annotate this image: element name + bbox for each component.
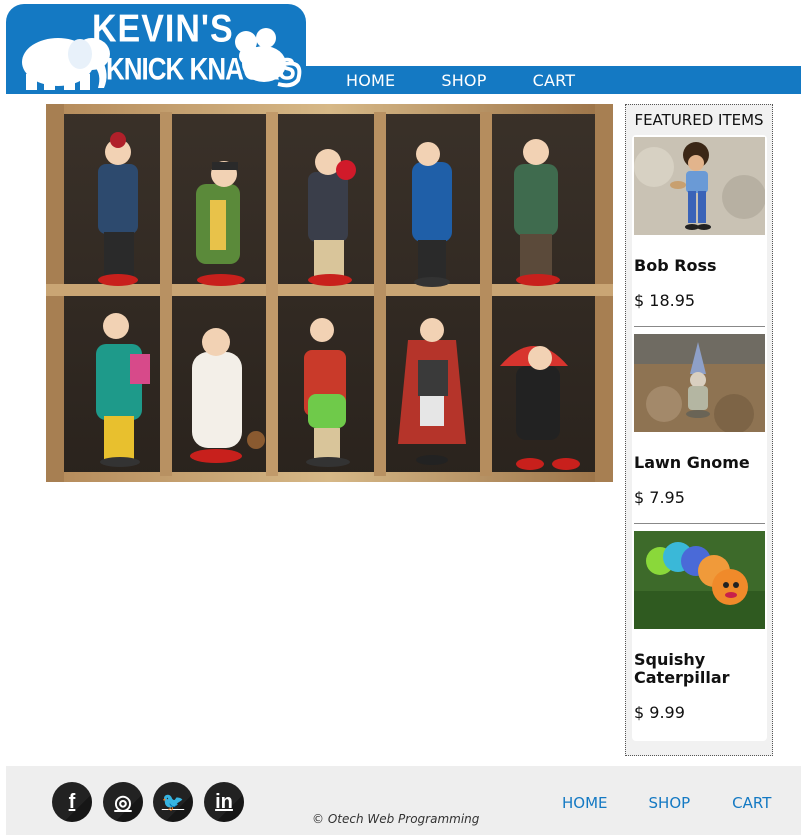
featured-item-lawn-gnome[interactable]: Lawn Gnome $ 7.95 bbox=[634, 334, 765, 524]
site-header: KEVIN'S KNICK KNACKS HOME SHOP CART bbox=[6, 4, 801, 94]
featured-list: Bob Ross $ 18.95 Lawn Gnome $ 7.95 Squis… bbox=[632, 135, 767, 741]
footer-nav-cart[interactable]: CART bbox=[732, 794, 771, 812]
linkedin-icon[interactable]: in bbox=[204, 782, 244, 822]
item-name[interactable]: Squishy Caterpillar bbox=[634, 651, 765, 687]
site-logo[interactable]: KEVIN'S KNICK KNACKS bbox=[6, 4, 306, 94]
item-price: $ 9.99 bbox=[634, 703, 685, 722]
footer-nav-home[interactable]: HOME bbox=[562, 794, 608, 812]
item-price: $ 18.95 bbox=[634, 291, 696, 310]
featured-item-squishy-caterpillar[interactable]: Squishy Caterpillar $ 9.99 bbox=[634, 531, 765, 722]
footer-nav-shop[interactable]: SHOP bbox=[649, 794, 691, 812]
nav-cart[interactable]: CART bbox=[533, 71, 576, 90]
copyright-text: © Otech Web Programming bbox=[312, 812, 480, 826]
bob-ross-image[interactable] bbox=[634, 137, 765, 235]
site-footer: f ◎ 🐦 in © Otech Web Programming HOME SH… bbox=[6, 766, 801, 835]
hero-image bbox=[46, 104, 613, 482]
logo-text-line1: KEVIN'S bbox=[92, 7, 234, 51]
lawn-gnome-image[interactable] bbox=[634, 334, 765, 432]
footer-nav: HOME SHOP CART bbox=[562, 794, 771, 812]
squishy-caterpillar-image[interactable] bbox=[634, 531, 765, 629]
item-divider bbox=[634, 523, 765, 524]
twitter-icon[interactable]: 🐦 bbox=[153, 782, 193, 822]
instagram-icon[interactable]: ◎ bbox=[103, 782, 143, 822]
main-nav: HOME SHOP CART bbox=[346, 66, 621, 94]
nav-home[interactable]: HOME bbox=[346, 71, 395, 90]
item-price: $ 7.95 bbox=[634, 488, 685, 507]
item-name[interactable]: Lawn Gnome bbox=[634, 454, 765, 472]
item-name[interactable]: Bob Ross bbox=[634, 257, 765, 275]
featured-sidebar: FEATURED ITEMS Bob Ross $ 18.95 Lawn Gno… bbox=[625, 104, 773, 756]
logo-text-line2: KNICK KNACKS bbox=[106, 50, 296, 87]
sidebar-title: FEATURED ITEMS bbox=[634, 111, 764, 129]
item-divider bbox=[634, 326, 765, 327]
featured-item-bob-ross[interactable]: Bob Ross $ 18.95 bbox=[634, 137, 765, 327]
nav-shop[interactable]: SHOP bbox=[441, 71, 486, 90]
facebook-icon[interactable]: f bbox=[52, 782, 92, 822]
